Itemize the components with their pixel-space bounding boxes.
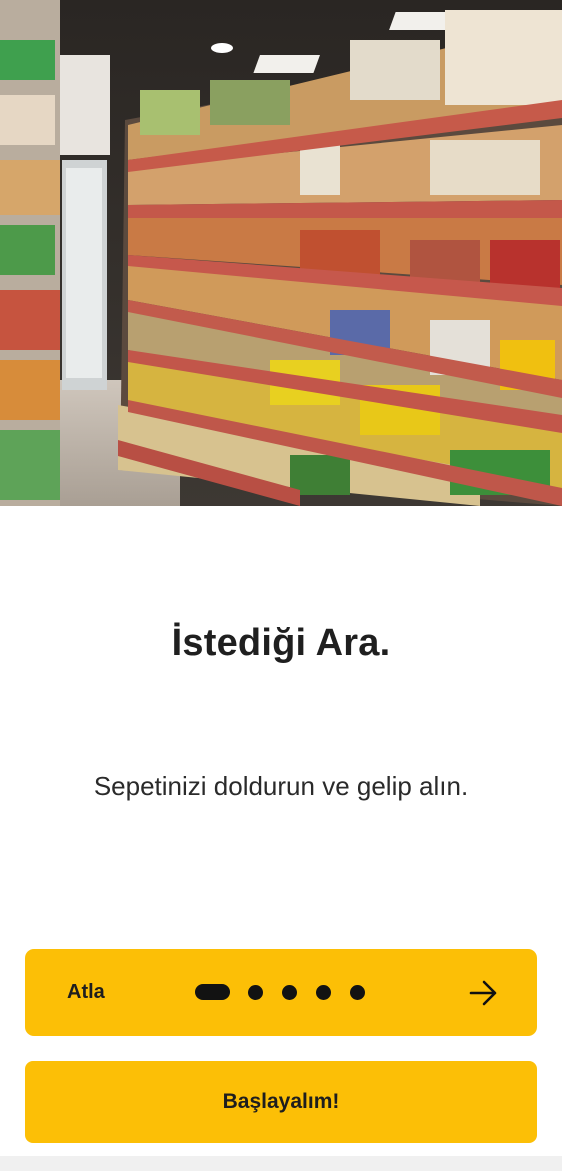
page-dot-active — [195, 984, 230, 1000]
onboarding-nav-bar: Atla — [25, 949, 537, 1036]
page-dot — [350, 984, 365, 1000]
system-nav-strip — [0, 1156, 562, 1171]
skip-button[interactable]: Atla — [67, 949, 105, 1036]
page-title: İstediği Ara. — [171, 622, 391, 664]
start-button[interactable]: Başlayalım! — [25, 1061, 537, 1143]
page-dot — [316, 984, 331, 1000]
page-dot — [248, 984, 263, 1000]
page-dot — [282, 984, 297, 1000]
page-subtitle: Sepetinizi doldurun ve gelip alın. — [93, 771, 469, 801]
page-indicator — [195, 984, 384, 1000]
arrow-right-icon[interactable] — [469, 979, 499, 1007]
hero-image — [0, 0, 562, 506]
